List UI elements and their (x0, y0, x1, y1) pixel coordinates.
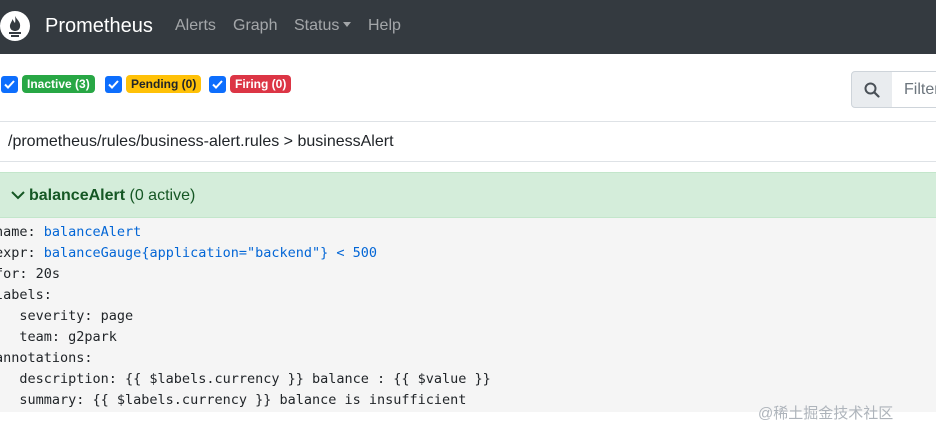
rule-group-row: /prometheus/rules/business-alert.rules >… (0, 121, 936, 162)
alert-header[interactable]: balanceAlert (0 active) (0, 172, 936, 218)
rule-expr-key: expr: (0, 245, 36, 261)
watermark: @稀土掘金技术社区 (758, 405, 894, 422)
navbar: Prometheus Alerts Graph Status Help (0, 0, 936, 54)
search-icon (864, 82, 880, 98)
filter-pending[interactable]: Pending (0) (105, 74, 202, 94)
filter-inactive[interactable]: Inactive (3) (1, 74, 95, 94)
alert-name[interactable]: balanceAlert (29, 187, 125, 204)
brand-title[interactable]: Prometheus (45, 14, 153, 38)
filter-firing[interactable]: Firing (0) (209, 74, 292, 94)
alert-title: balanceAlert (0 active) (29, 186, 195, 206)
rule-name-key: name: (0, 224, 36, 240)
rule-severity-line: severity: page (0, 308, 134, 324)
chevron-down-icon (343, 22, 352, 27)
pending-checkbox[interactable] (105, 75, 122, 93)
rule-labels-key: labels: (0, 287, 52, 303)
rule-summary-line: summary: {{ $labels.currency }} balance … (0, 392, 467, 408)
nav-alerts[interactable]: Alerts (175, 17, 216, 35)
rule-definition: name: balanceAlert expr: balanceGauge{ap… (0, 218, 936, 412)
rule-name-link[interactable]: balanceAlert (44, 224, 142, 240)
checkmark-icon (108, 79, 119, 89)
firing-checkbox[interactable] (209, 75, 226, 93)
checkmark-icon (212, 79, 223, 89)
nav-status-dropdown[interactable]: Status (294, 17, 352, 35)
pending-badge: Pending (0) (126, 75, 202, 93)
search-button[interactable] (851, 71, 893, 108)
alert-active-count: (0 active) (129, 187, 196, 204)
rule-expr-link[interactable]: balanceGauge{application="backend"} < 50… (44, 245, 377, 261)
nav-status-label: Status (294, 17, 340, 34)
rule-for-line: for: 20s (0, 266, 61, 282)
rule-description-line: description: {{ $labels.currency }} bala… (0, 371, 491, 387)
rule-team-line: team: g2park (0, 329, 117, 345)
rule-expr-line: expr: balanceGauge{application="backend"… (0, 243, 377, 264)
nav-help[interactable]: Help (368, 17, 401, 35)
firing-badge: Firing (0) (230, 75, 292, 93)
prometheus-flame-icon[interactable] (0, 11, 30, 41)
checkmark-icon (4, 79, 15, 89)
search-input[interactable] (892, 71, 936, 108)
rule-file-path: /prometheus/rules/business-alert.rules >… (8, 133, 394, 150)
chevron-down-icon[interactable] (10, 188, 26, 202)
nav-graph[interactable]: Graph (233, 17, 277, 35)
rule-annotations-key: annotations: (0, 350, 93, 366)
inactive-badge: Inactive (3) (22, 75, 95, 93)
inactive-checkbox[interactable] (1, 75, 18, 93)
rule-name-line: name: balanceAlert (0, 222, 141, 243)
